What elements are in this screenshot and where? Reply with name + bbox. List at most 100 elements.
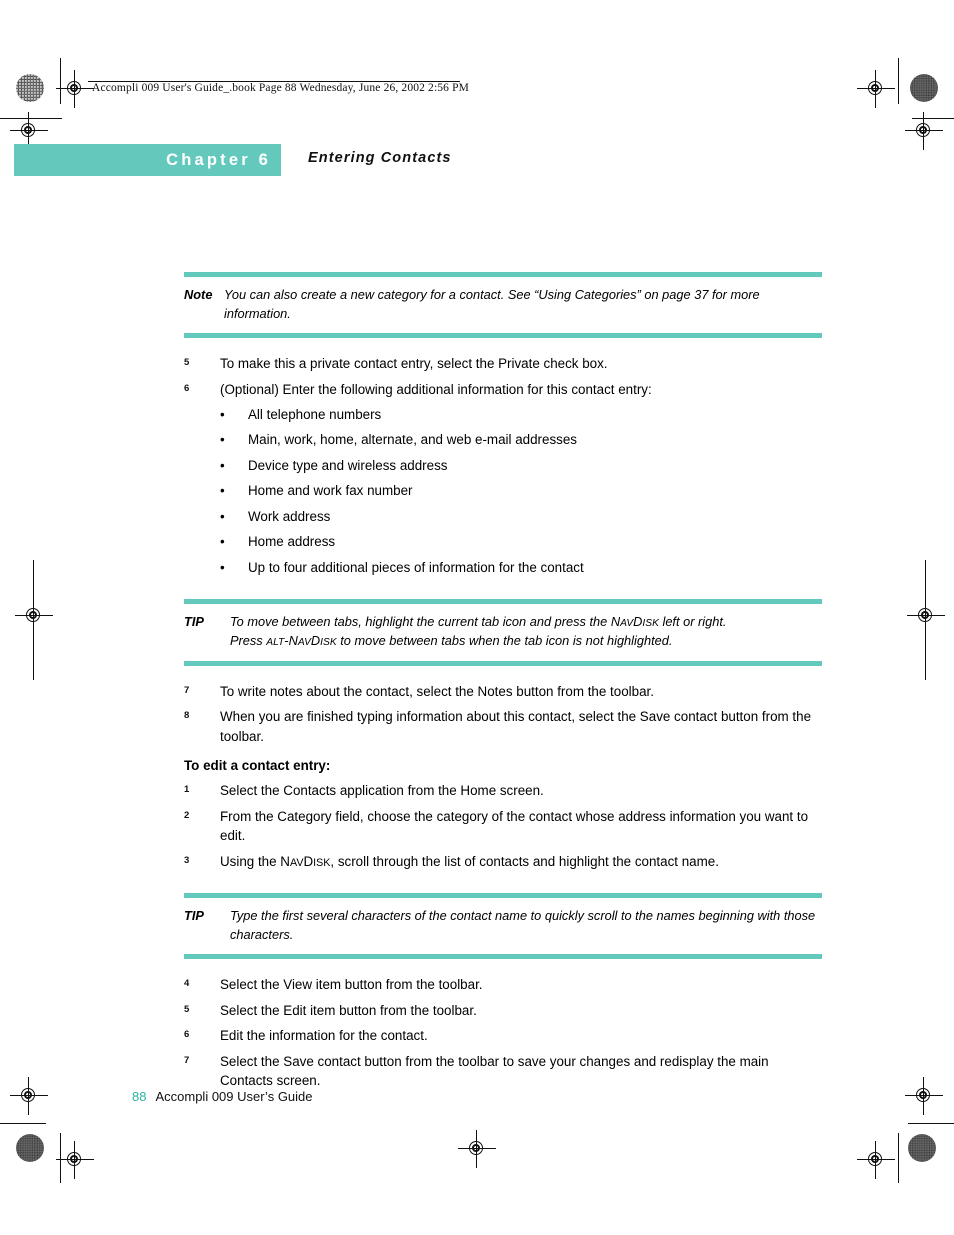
page-title: Entering Contacts <box>308 150 452 166</box>
tip-callout-2: TIP Type the first several characters of… <box>132 893 832 960</box>
bullet-text: Device type and wireless address <box>248 457 448 473</box>
steps-list-part3: 4 Select the View item button from the t… <box>132 975 832 1096</box>
list-item: • Up to four additional pieces of inform… <box>132 558 832 583</box>
tip-1-line2-post: to move between tabs when the tab icon i… <box>336 632 673 648</box>
step-number: 5 <box>184 357 190 369</box>
registration-mark-top-left <box>56 70 94 108</box>
list-item: • Home address <box>132 532 832 557</box>
chapter-banner: Chapter 6 <box>14 144 281 176</box>
step-number: 7 <box>184 1054 190 1066</box>
bullet-marker: • <box>220 483 225 499</box>
step-text: To make this a private contact entry, se… <box>220 356 608 372</box>
registration-mark-top-right <box>857 70 895 108</box>
navdisk-token: NAVDISK <box>280 853 331 869</box>
step-text: Edit the information for the contact. <box>220 1028 428 1044</box>
bullet-list: • All telephone numbers • Main, work, ho… <box>132 405 832 583</box>
step-text: To write notes about the contact, select… <box>220 683 654 699</box>
step-text: Using the NAVDISK, scroll through the li… <box>220 852 832 872</box>
note-callout: Note You can also create a new category … <box>132 272 832 339</box>
registration-mark-lower-right <box>905 1077 943 1115</box>
bullet-text: Up to four additional pieces of informat… <box>248 559 584 575</box>
step-text: Select the Contacts application from the… <box>220 783 544 799</box>
tip-callout-1-rule-bottom <box>184 660 822 666</box>
tip-1-line2-pre: Press <box>230 632 267 648</box>
registration-mark-lower-left <box>10 1077 48 1115</box>
registration-mark-middle-right <box>907 597 945 635</box>
step-text: (Optional) Enter the following additiona… <box>220 381 652 397</box>
step-number: 8 <box>184 710 190 722</box>
step-number: 7 <box>184 684 190 696</box>
registration-mark-upper-left <box>10 112 48 150</box>
step-number: 5 <box>184 1003 190 1015</box>
list-item: • Home and work fax number <box>132 481 832 506</box>
bullet-text: Home address <box>248 534 336 550</box>
list-item: 5 To make this a private contact entry, … <box>132 354 832 379</box>
list-item: 7 To write notes about the contact, sele… <box>132 682 832 707</box>
tip-1-line1-post: left or right. <box>658 614 727 630</box>
navdisk-token: NAVDISK <box>610 614 659 630</box>
bullet-text: Work address <box>248 508 331 524</box>
footer-book-title: Accompli 009 User’s Guide <box>155 1089 313 1104</box>
steps-list-edit: 1 Select the Contacts application from t… <box>132 781 832 877</box>
step-number: 1 <box>184 784 190 796</box>
step-number: 2 <box>184 809 190 821</box>
list-item: 5 Select the Edit item button from the t… <box>132 1001 832 1026</box>
registration-mark-middle-left <box>15 597 53 635</box>
list-item: • Main, work, home, alternate, and web e… <box>132 430 832 455</box>
step-3-text-pre: Using the <box>220 853 281 869</box>
bullet-marker: • <box>220 432 225 448</box>
list-item: 2 From the Category field, choose the ca… <box>132 807 832 852</box>
bullet-marker: • <box>220 406 225 422</box>
navdisk-token: NAVDISK <box>288 632 337 648</box>
bullet-marker: • <box>220 534 225 550</box>
note-callout-rule-bottom <box>184 333 822 339</box>
page-footer: 88 Accompli 009 User’s Guide <box>132 1089 313 1104</box>
tip-callout-2-rule-bottom <box>184 954 822 960</box>
steps-list-part2: 7 To write notes about the contact, sele… <box>132 682 832 752</box>
halftone-dot-top-left <box>16 74 44 102</box>
crop-line-lower-right-horizontal <box>908 1123 954 1125</box>
step-text: When you are finished typing information… <box>220 709 812 744</box>
tip-callout-2-lead: TIP <box>184 908 204 924</box>
section-heading-edit-contact: To edit a contact entry: <box>184 758 331 773</box>
bullet-marker: • <box>220 559 225 575</box>
footer-page-number: 88 <box>132 1089 147 1104</box>
halftone-dot-top-right <box>910 74 938 102</box>
crop-line-lower-left-horizontal <box>0 1123 46 1125</box>
bullet-marker: • <box>220 457 225 473</box>
registration-mark-bottom-right <box>857 1141 895 1179</box>
step-text: Select the Save contact button from the … <box>220 1053 769 1089</box>
list-item: 6 (Optional) Enter the following additio… <box>132 380 832 405</box>
tip-callout-2-text: Type the first several characters of the… <box>230 908 816 942</box>
list-item: • All telephone numbers <box>132 405 832 430</box>
step-number: 4 <box>184 978 190 990</box>
list-item: 8 When you are finished typing informati… <box>132 707 832 752</box>
bullet-text: Main, work, home, alternate, and web e-m… <box>248 432 577 448</box>
tip-callout-1-text: To move between tabs, highlight the curr… <box>230 613 832 651</box>
chapter-banner-label: Chapter 6 <box>166 151 271 169</box>
registration-mark-bottom-left <box>56 1141 94 1179</box>
step-3-text-post: , scroll through the list of contacts an… <box>330 853 719 869</box>
step-text: Select the Edit item button from the too… <box>220 1002 477 1018</box>
alt-token: ALT <box>266 636 285 648</box>
list-item: • Device type and wireless address <box>132 456 832 481</box>
halftone-dot-bottom-left <box>16 1134 44 1162</box>
bullet-marker: • <box>220 508 225 524</box>
main-content: Note You can also create a new category … <box>132 272 832 1097</box>
step-text: Select the View item button from the too… <box>220 977 483 993</box>
step-number: 6 <box>184 1029 190 1041</box>
step-text: From the Category field, choose the cate… <box>220 808 809 844</box>
step-number: 3 <box>184 854 190 866</box>
halftone-dot-bottom-right <box>908 1134 936 1162</box>
bullet-text: All telephone numbers <box>248 406 382 422</box>
note-callout-lead: Note <box>184 287 213 302</box>
tip-callout-1-lead: TIP <box>184 614 204 630</box>
list-item: 1 Select the Contacts application from t… <box>132 781 832 806</box>
crop-line-top-right-vertical <box>898 58 900 104</box>
registration-mark-upper-right <box>905 112 943 150</box>
